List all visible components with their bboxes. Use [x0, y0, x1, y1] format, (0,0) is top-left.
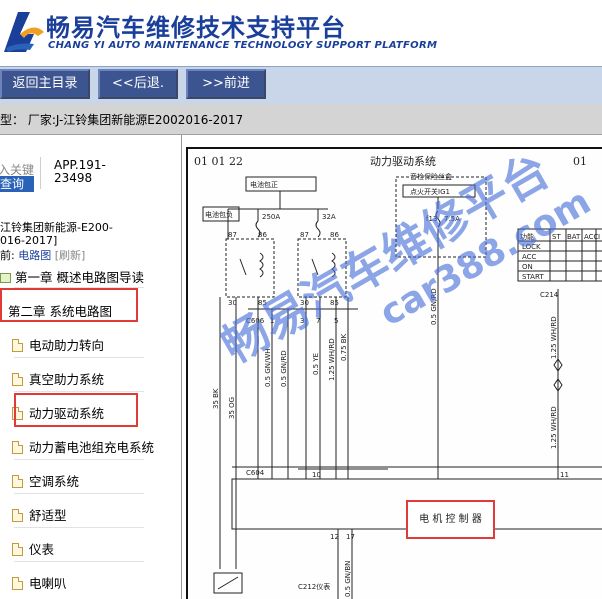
- app-title: 畅易汽车维修技术支持平台: [46, 14, 346, 42]
- row-divider: [14, 391, 144, 392]
- motor-controller-box[interactable]: 电 机 控 制 器: [406, 500, 495, 539]
- instrument-fuse-box-label: 音检保险丝盒: [410, 172, 452, 181]
- back-button[interactable]: <<后退.: [98, 69, 178, 99]
- current-link[interactable]: 电路图: [18, 249, 51, 262]
- wiring-diagram[interactable]: 01 01 22 动力驱动系统 01 电池包正 电池包负 250A 32A 音检…: [186, 143, 602, 599]
- switch-table-row: START: [522, 273, 544, 281]
- file-icon: [12, 577, 23, 590]
- tree-item-label: 第一章 概述电路图导读: [15, 270, 144, 285]
- pin-number: 17: [346, 533, 355, 541]
- tree-item-label: 空调系统: [29, 474, 80, 489]
- tree-item-label: 电喇叭: [29, 576, 67, 591]
- home-button[interactable]: 返回主目录: [0, 69, 90, 99]
- tree-item-instrument[interactable]: 仪表: [12, 539, 54, 558]
- row-divider: [14, 561, 144, 562]
- connector-c604-label: C604: [246, 469, 265, 477]
- file-icon: [12, 441, 23, 454]
- tree-item-chapter1[interactable]: 第一章 概述电路图导读: [0, 267, 144, 286]
- wire-label: 0.75 BK: [340, 333, 348, 361]
- row-divider: [14, 459, 144, 460]
- pin-number: 11: [560, 471, 569, 479]
- model-text: 车型： 厂家:J-江铃集团新能源E2002016-2017: [0, 113, 244, 127]
- battery-label: 电池包负: [205, 210, 233, 219]
- refresh-link[interactable]: [刷新]: [55, 249, 86, 262]
- wire-label: 0.5 YE: [312, 353, 320, 375]
- fuse-32a-label: 32A: [322, 213, 336, 221]
- query-button[interactable]: 查询: [0, 176, 34, 192]
- connector-c214-label: C214: [540, 291, 559, 299]
- app-code-line2: 23498: [54, 171, 93, 185]
- app-header: 畅易汽车维修技术支持平台 CHANG YI AUTO MAINTENANCE T…: [0, 0, 602, 66]
- row-divider: [14, 527, 144, 528]
- highlight-box: [0, 288, 138, 322]
- model-bar: 车型： 厂家:J-江铃集团新能源E2002016-2017: [0, 104, 602, 135]
- tree-item-label: 仪表: [29, 542, 55, 557]
- breadcrumb-line1: 江铃集团新能源-E200-: [0, 221, 113, 234]
- file-icon: [12, 543, 23, 556]
- tree-item-horn[interactable]: 电喇叭: [12, 573, 67, 592]
- wire-label: 35 OG: [228, 397, 236, 419]
- divider: [40, 157, 41, 189]
- tree-item-label: 真空助力系统: [29, 372, 105, 387]
- tree-item-label: 动力蓄电池组充电系统: [29, 440, 155, 455]
- breadcrumb: 江铃集团新能源-E200- 016-2017]: [0, 221, 113, 247]
- fuse-250a-label: 250A: [262, 213, 280, 221]
- pin-number: 12: [330, 533, 339, 541]
- switch-table-header: I: [598, 233, 600, 241]
- pin-number: 10: [312, 471, 321, 479]
- tree-item-charging[interactable]: 动力蓄电池组充电系统: [12, 437, 154, 456]
- nav-bar: 返回主目录 <<后退. >>前进: [0, 66, 602, 105]
- current-location: 前: 电路图 [刷新]: [0, 247, 85, 263]
- file-icon: [12, 475, 23, 488]
- tree-item-comfort[interactable]: 舒适型: [12, 505, 67, 524]
- tree-item-ac[interactable]: 空调系统: [12, 471, 79, 490]
- wire-label: 1.25 WH/RD: [328, 338, 336, 381]
- row-divider: [14, 493, 144, 494]
- wire-label: 1.25 WH/RD: [550, 406, 558, 449]
- breadcrumb-line2: 016-2017]: [0, 234, 58, 247]
- pin-number: 87: [300, 231, 309, 239]
- row-divider: [14, 357, 144, 358]
- switch-table-row: ON: [522, 263, 533, 271]
- tree-item-vacuum[interactable]: 真空助力系统: [12, 369, 104, 388]
- diagram-panel[interactable]: 01 01 22 动力驱动系统 01 电池包正 电池包负 250A 32A 音检…: [181, 135, 602, 599]
- switch-table-header: BAT: [567, 233, 581, 241]
- logo-icon: [4, 12, 44, 52]
- sidebar: 入关键 查询 APP.191- 23498 江铃集团新能源-E200- 016-…: [0, 135, 180, 599]
- app-code: APP.191- 23498: [54, 159, 106, 185]
- file-icon: [12, 509, 23, 522]
- fuse-box-label: 电池包正: [250, 180, 278, 189]
- highlight-box: [14, 393, 138, 427]
- pin-number: 86: [258, 231, 267, 239]
- switch-table-header: ACC: [584, 233, 599, 241]
- tree-item-label: 电动助力转向: [29, 338, 105, 353]
- pin-number: 87: [228, 231, 237, 239]
- tree-item-label: 舒适型: [29, 508, 67, 523]
- file-icon: [12, 339, 23, 352]
- pin-number: 86: [330, 231, 339, 239]
- forward-button[interactable]: >>前进: [186, 69, 266, 99]
- folder-icon: [0, 273, 11, 283]
- wire-label: 35 BK: [212, 388, 220, 409]
- tree-item-eps[interactable]: 电动助力转向: [12, 335, 104, 354]
- app-subtitle: CHANG YI AUTO MAINTENANCE TECHNOLOGY SUP…: [48, 40, 438, 51]
- connector-c212-label: C212仪表: [298, 582, 330, 591]
- wire-label: 0.5 GN/RD: [280, 350, 288, 387]
- current-prefix: 前:: [0, 249, 19, 262]
- wire-label: 0.5 GN/BN: [344, 561, 352, 597]
- wire-label: 1.25 WH/RD: [550, 316, 558, 359]
- file-icon: [12, 373, 23, 386]
